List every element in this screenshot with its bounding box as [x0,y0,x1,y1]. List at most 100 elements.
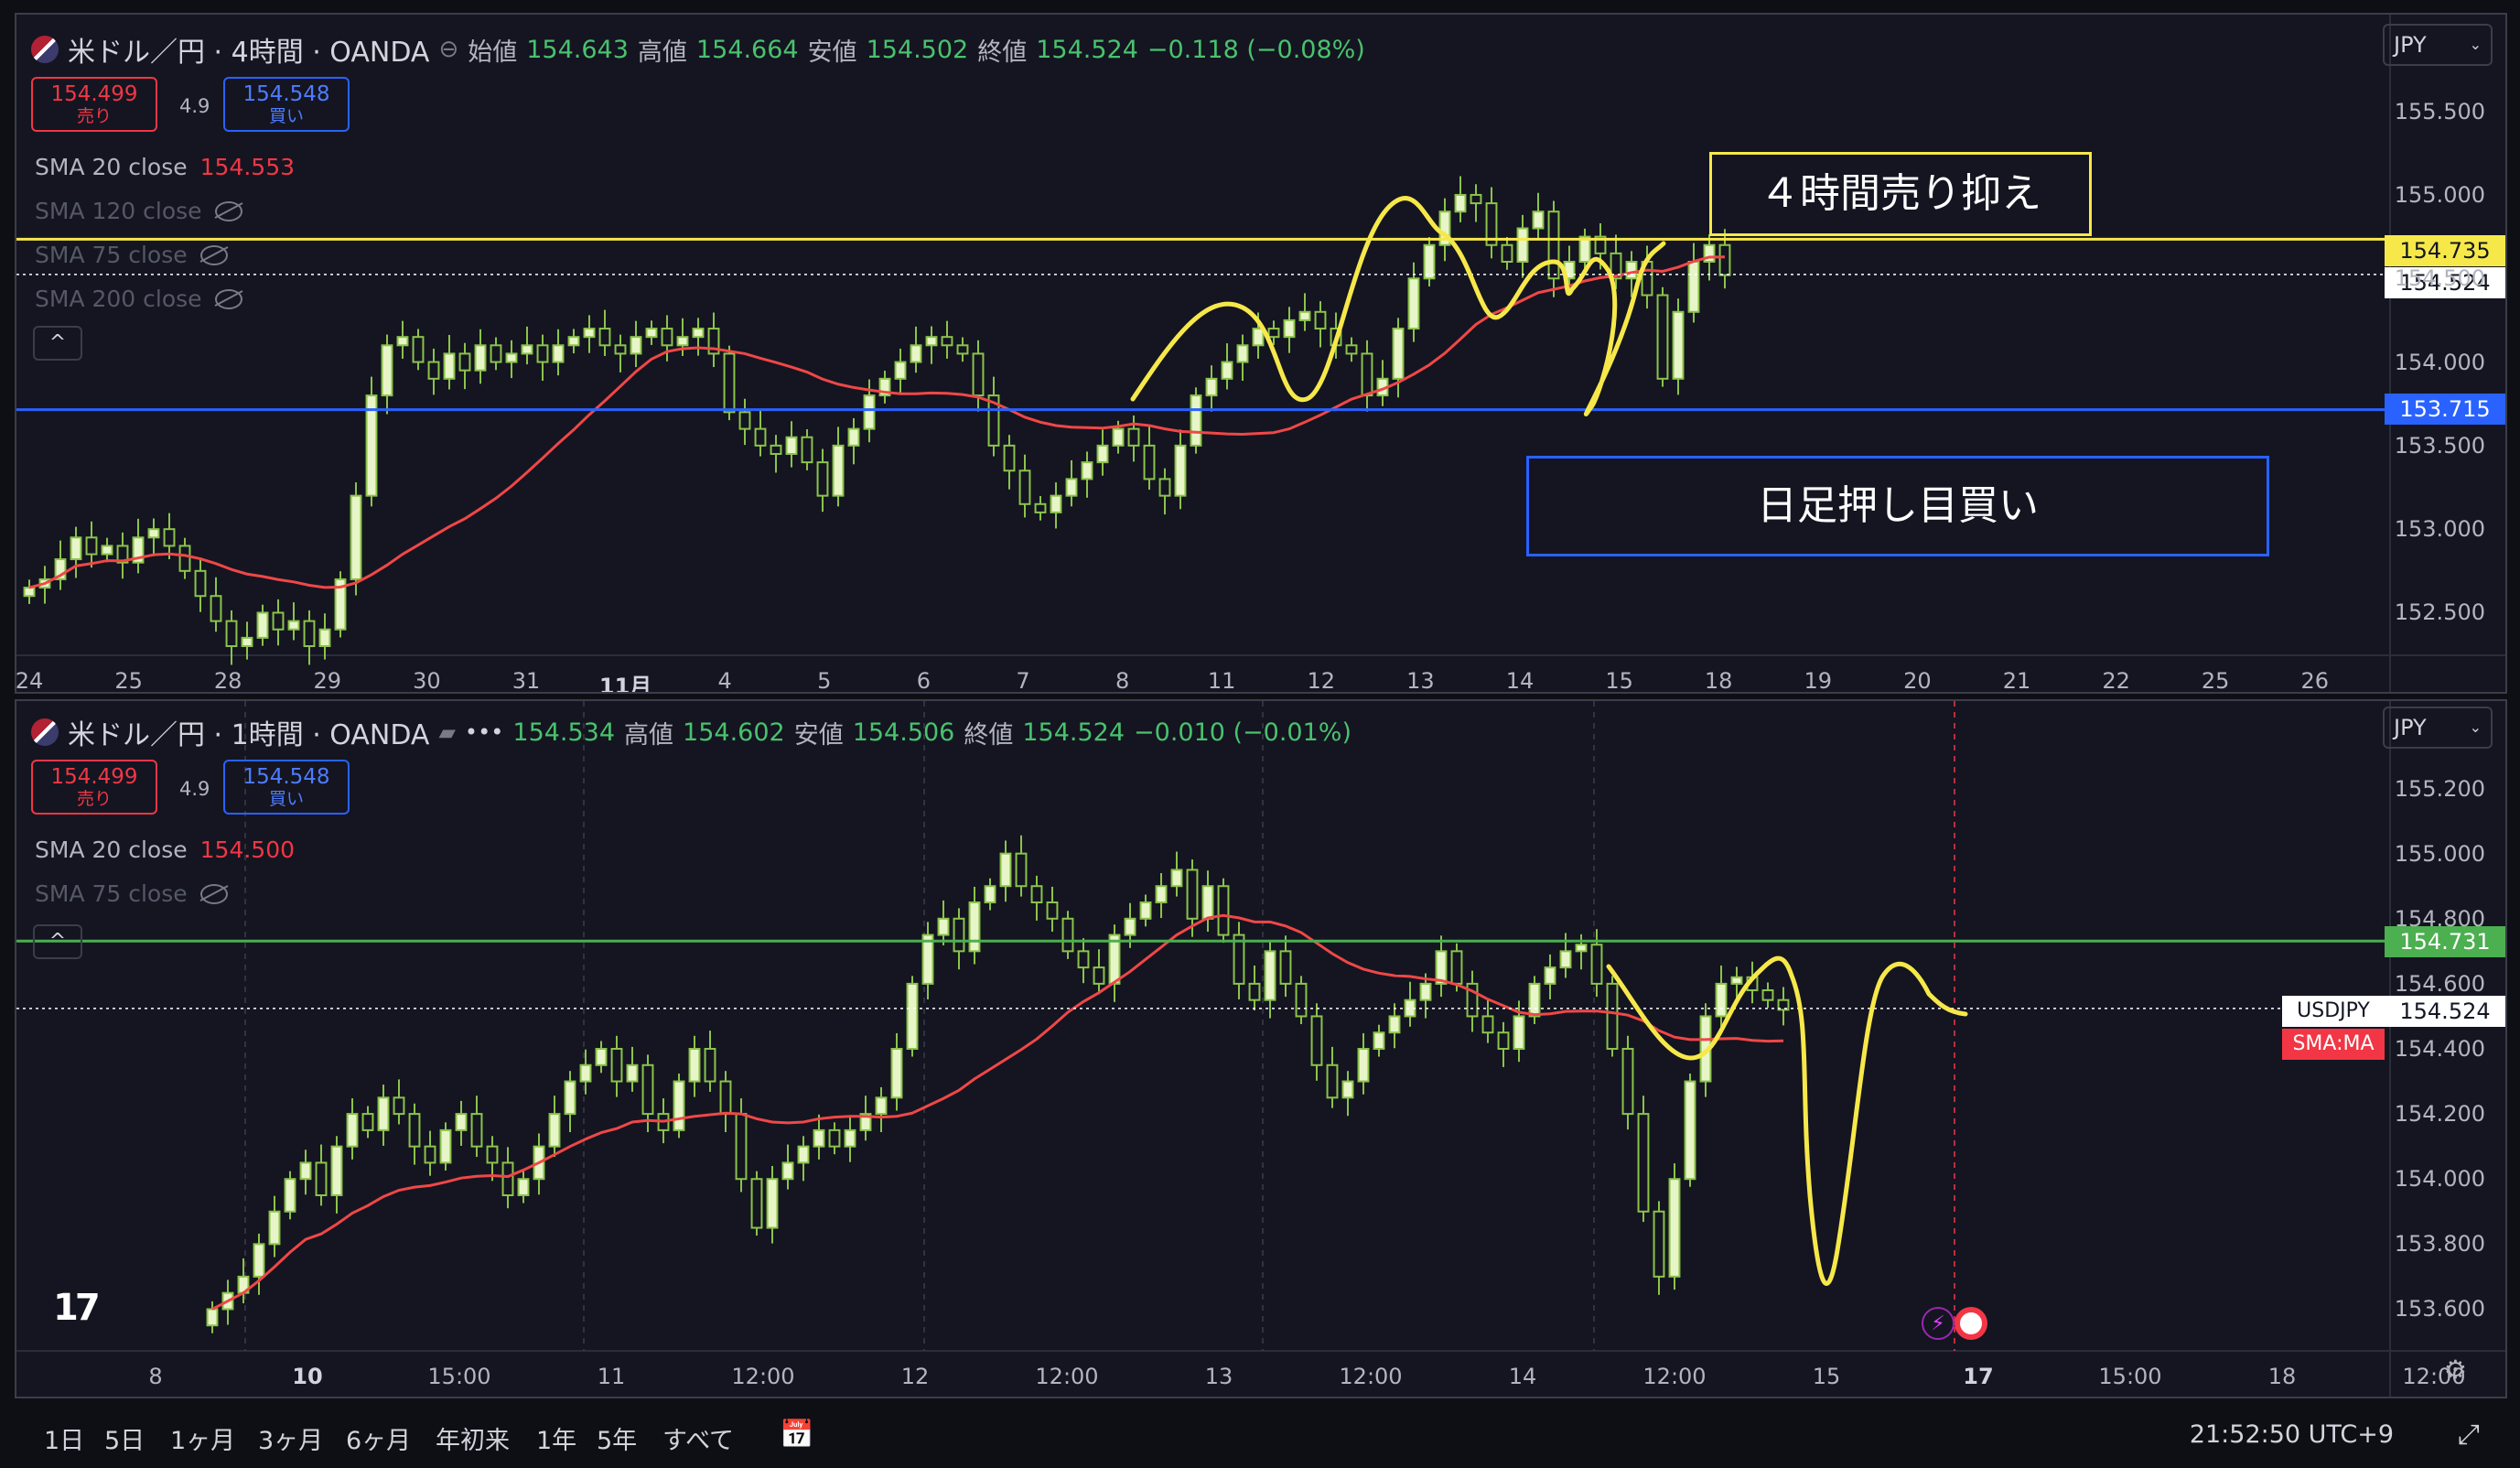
candle-body [890,1048,903,1099]
symbol-title[interactable]: 米ドル／円 · 4時間 · OANDA [68,29,429,70]
range-button-8[interactable]: すべて [662,1420,734,1456]
collapse-legend-button[interactable]: ^ [33,924,82,959]
sell-button[interactable]: 154.499 売り [31,77,157,132]
candle-body [1065,478,1078,497]
minus-circle-icon[interactable]: ⊖ [438,36,458,63]
chart-pane-4h[interactable]: 米ドル／円 · 4時間 · OANDA ⊖ 始値 154.643 高値 154.66… [15,13,2507,694]
candle [953,908,965,970]
candle-body [517,1178,530,1197]
date-range-icon[interactable]: 📅 [780,1419,813,1451]
candle-body [598,328,611,347]
collapse-legend-button[interactable]: ^ [33,326,82,361]
symbol-title[interactable]: 米ドル／円 · 1時間 · OANDA [68,712,429,752]
candle-body [941,336,953,347]
candle [1621,1035,1634,1130]
close-value: 154.524 [1036,35,1138,64]
y-tick-label: 153.800 [2394,1231,2485,1258]
candle-body [548,1113,561,1148]
flag-icon[interactable]: ▰ [438,719,455,745]
sma-75-legend[interactable]: SMA 75 close [35,242,228,268]
candle-body [1326,1063,1339,1099]
candle [1497,1021,1510,1067]
range-button-4[interactable]: 6ヶ月 [346,1420,411,1456]
candle-body [1314,310,1327,330]
candle-body [781,1161,794,1181]
candlestick-chart-4h[interactable] [16,15,2507,694]
range-button-3[interactable]: 3ヶ月 [258,1420,323,1456]
candle-body [770,444,782,456]
hidden-eye-icon[interactable] [199,244,228,265]
candle [443,334,456,390]
hidden-eye-icon[interactable] [214,200,242,221]
chart-pane-1h[interactable]: 米ドル／円 · 1時間 · OANDA ▰ ••• 154.534 高値 154.… [15,699,2507,1398]
sma-20-legend[interactable]: SMA 20 close 154.500 [35,837,295,863]
range-button-0[interactable]: 1日 [44,1420,84,1456]
legend-4h: 米ドル／円 · 4時間 · OANDA ⊖ 始値 154.643 高値 154.66… [31,29,1365,70]
record-icon[interactable] [1955,1307,1987,1340]
range-button-6[interactable]: 1年 [536,1420,576,1456]
candle [1392,318,1405,398]
y-tick-label: 154.600 [2394,970,2485,997]
candlestick-chart-1h[interactable] [16,701,2507,1398]
spread-value: 4.9 [179,95,210,117]
range-button-2[interactable]: 1ヶ月 [170,1420,235,1456]
candle-body [1373,1031,1385,1051]
candle-body [863,394,876,430]
buy-button[interactable]: 154.548 買い [223,77,350,132]
annotation-sell-resistance[interactable]: ４時間売り抑え [1709,152,2092,236]
y-tick-label: 153.500 [2394,432,2485,459]
candle-body [1155,885,1168,904]
high-label: 高値 [637,38,687,67]
candle-body [1544,966,1556,985]
hidden-eye-icon[interactable] [214,288,242,309]
sma-75-legend[interactable]: SMA 75 close [35,880,228,907]
sma-20-legend[interactable]: SMA 20 close 154.553 [35,154,295,180]
buy-button[interactable]: 154.548 買い [223,760,350,815]
lightning-icon[interactable]: ⚡ [1922,1307,1955,1340]
candle-body [564,1080,576,1116]
candle-body [1419,982,1432,1001]
sma-120-legend[interactable]: SMA 120 close [35,198,242,224]
candle [645,320,658,345]
candle-body [501,1161,514,1197]
clock[interactable]: 21:52:50 UTC+9 [2190,1420,2394,1449]
candle-body [1672,310,1685,380]
candle-body [968,901,981,953]
candle [1559,933,1572,978]
candle [132,518,145,574]
candle [707,312,720,368]
more-icon[interactable]: ••• [465,719,503,745]
candle [1684,1074,1696,1187]
candle [505,340,518,379]
candle-body [474,344,487,372]
candle-body [318,628,331,648]
candle [1217,878,1230,944]
change-value: −0.118 (−0.08%) [1147,35,1365,64]
sma-200-legend[interactable]: SMA 200 close [35,286,242,312]
candle [361,1106,374,1139]
candle [781,1144,794,1190]
hidden-eye-icon[interactable] [199,883,228,904]
range-button-1[interactable]: 5日 [104,1420,145,1456]
x-tick-label: 25 [114,668,143,694]
currency-select[interactable]: JPY ⌄ [2383,24,2493,66]
candle-body [287,620,300,631]
candle [1376,360,1389,406]
candle-body [719,1080,732,1116]
fullscreen-icon[interactable]: ⤢ [2458,1419,2480,1451]
range-button-7[interactable]: 5年 [597,1420,637,1456]
annotation-buy-support[interactable]: 日足押し目買い [1526,456,2269,556]
candle [859,1096,872,1141]
sell-button[interactable]: 154.499 売り [31,760,157,815]
candle-body [178,545,191,572]
candle [315,1144,328,1206]
candle-body [70,536,82,561]
candle-body [738,411,751,430]
sell-label: 売り [76,106,112,126]
x-tick-label: 18 [2267,1364,2297,1389]
candle-body [1590,944,1603,985]
currency-select[interactable]: JPY ⌄ [2383,707,2493,749]
tradingview-logo[interactable]: 17 [53,1287,101,1329]
candle-body [315,1161,328,1197]
range-button-5[interactable]: 年初来 [436,1420,510,1456]
